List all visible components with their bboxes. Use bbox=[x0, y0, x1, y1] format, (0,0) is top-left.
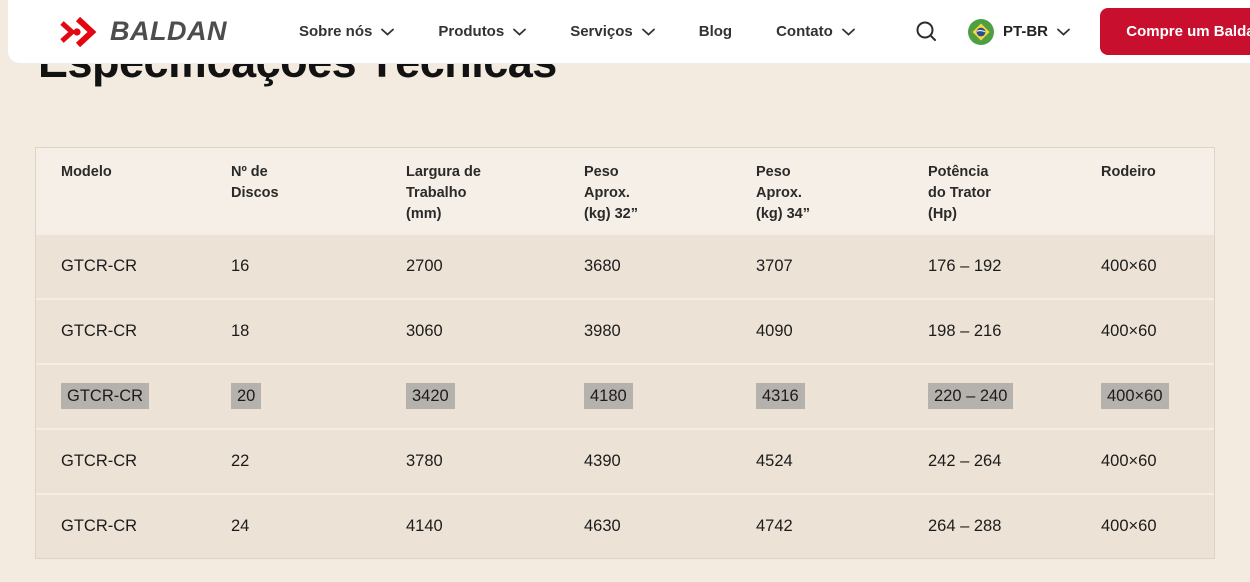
language-label: PT-BR bbox=[1003, 23, 1048, 40]
cell-potencia: 176 – 192 bbox=[928, 257, 1002, 275]
baldan-logo-text: BALDAN bbox=[110, 16, 227, 46]
table-row: GTCR-CR 22 3780 4390 4524 242 – 264 400×… bbox=[36, 428, 1214, 493]
cell-peso-32: 4630 bbox=[584, 517, 621, 535]
cell-largura: 2700 bbox=[406, 257, 443, 275]
chevron-down-icon bbox=[513, 23, 527, 40]
cell-peso-34: 4090 bbox=[756, 322, 793, 340]
cell-largura: 4140 bbox=[406, 517, 443, 535]
language-selector[interactable]: PT-BR bbox=[968, 18, 1070, 45]
table-row: GTCR-CR 24 4140 4630 4742 264 – 288 400×… bbox=[36, 493, 1214, 558]
nav-item-blog[interactable]: Blog bbox=[699, 23, 732, 40]
column-header-largura: Largura de Trabalho (mm) bbox=[406, 164, 481, 222]
column-header-modelo: Modelo bbox=[61, 164, 112, 180]
buy-baldan-button[interactable]: Compre um Baldan bbox=[1100, 8, 1250, 55]
specs-table: Modelo Nº de Discos Largura de Trabalho … bbox=[35, 147, 1215, 559]
cell-modelo: GTCR-CR bbox=[61, 322, 138, 340]
nav-item-contato[interactable]: Contato bbox=[776, 23, 855, 40]
header-actions: PT-BR Compre um Baldan bbox=[915, 8, 1250, 55]
table-header-row: Modelo Nº de Discos Largura de Trabalho … bbox=[36, 148, 1214, 233]
cell-largura: 3420 bbox=[406, 383, 584, 409]
cell-peso-34: 4742 bbox=[756, 517, 793, 535]
cell-peso-32: 3680 bbox=[584, 257, 621, 275]
nav-item-produtos[interactable]: Produtos bbox=[438, 23, 527, 40]
cell-discos: 18 bbox=[231, 322, 250, 340]
cell-rodeiro: 400×60 bbox=[1101, 383, 1214, 409]
site-header: BALDAN Sobre nós Produtos Serviços Blog … bbox=[8, 0, 1250, 64]
table-row: GTCR-CR 18 3060 3980 4090 198 – 216 400×… bbox=[36, 298, 1214, 363]
column-header-peso-34: Peso Aprox. (kg) 34” bbox=[756, 164, 810, 222]
cell-rodeiro: 400×60 bbox=[1101, 257, 1157, 275]
cell-peso-32: 4180 bbox=[584, 383, 756, 409]
cell-peso-34: 3707 bbox=[756, 257, 793, 275]
cell-potencia: 264 – 288 bbox=[928, 517, 1002, 535]
cell-potencia: 198 – 216 bbox=[928, 322, 1002, 340]
column-header-potencia: Potência do Trator (Hp) bbox=[928, 164, 991, 222]
main-nav: Sobre nós Produtos Serviços Blog Contato bbox=[299, 23, 855, 40]
brazil-flag-icon bbox=[968, 18, 994, 45]
chevron-down-icon bbox=[1057, 23, 1070, 41]
cell-largura: 3060 bbox=[406, 322, 443, 340]
nav-item-sobre-nos[interactable]: Sobre nós bbox=[299, 23, 395, 40]
cell-discos: 16 bbox=[231, 257, 250, 275]
cell-peso-32: 4390 bbox=[584, 452, 621, 470]
cell-discos: 22 bbox=[231, 452, 250, 470]
cell-potencia: 220 – 240 bbox=[928, 383, 1101, 409]
cell-discos: 24 bbox=[231, 517, 250, 535]
column-header-rodeiro: Rodeiro bbox=[1101, 164, 1156, 180]
cell-peso-34: 4316 bbox=[756, 383, 928, 409]
nav-label: Blog bbox=[698, 23, 733, 40]
table-row-selected: GTCR-CR 20 3420 4180 4316 220 – 240 400×… bbox=[36, 363, 1214, 428]
cell-rodeiro: 400×60 bbox=[1101, 452, 1157, 470]
baldan-logo-icon bbox=[60, 16, 100, 47]
table-row: GTCR-CR 16 2700 3680 3707 176 – 192 400×… bbox=[36, 233, 1214, 298]
nav-item-servicos[interactable]: Serviços bbox=[570, 23, 655, 40]
cell-discos: 20 bbox=[231, 383, 406, 409]
chevron-down-icon bbox=[381, 23, 395, 40]
cell-modelo: GTCR-CR bbox=[61, 452, 138, 470]
cell-largura: 3780 bbox=[406, 452, 443, 470]
cell-potencia: 242 – 264 bbox=[928, 452, 1002, 470]
nav-label: Contato bbox=[776, 23, 833, 40]
search-icon bbox=[915, 20, 938, 43]
cell-rodeiro: 400×60 bbox=[1101, 322, 1157, 340]
chevron-down-icon bbox=[641, 23, 655, 40]
nav-label: Sobre nós bbox=[299, 23, 373, 40]
cell-rodeiro: 400×60 bbox=[1101, 517, 1157, 535]
cell-peso-34: 4524 bbox=[756, 452, 793, 470]
cell-peso-32: 3980 bbox=[584, 322, 621, 340]
baldan-logo[interactable]: BALDAN bbox=[60, 16, 227, 47]
nav-label: Produtos bbox=[438, 23, 505, 40]
column-header-discos: Nº de Discos bbox=[231, 164, 279, 201]
search-button[interactable] bbox=[915, 20, 938, 43]
cell-modelo: GTCR-CR bbox=[61, 383, 231, 409]
nav-label: Serviços bbox=[570, 23, 633, 40]
column-header-peso-32: Peso Aprox. (kg) 32” bbox=[584, 164, 638, 222]
chevron-down-icon bbox=[841, 23, 855, 40]
cell-modelo: GTCR-CR bbox=[61, 517, 138, 535]
cell-modelo: GTCR-CR bbox=[61, 257, 138, 275]
